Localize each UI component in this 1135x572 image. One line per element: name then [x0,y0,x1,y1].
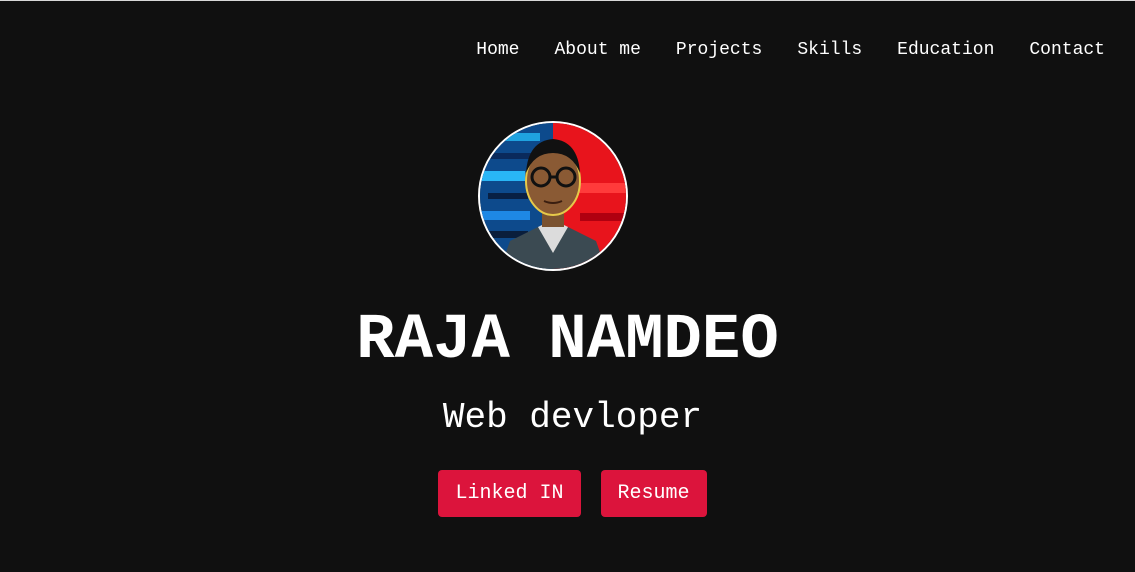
nav-item-about-me[interactable]: About me [555,38,641,62]
hero-role: Web devloper [442,397,703,438]
profile-avatar [478,121,628,271]
linkedin-button[interactable]: Linked IN [438,470,581,517]
top-border [0,0,1135,1]
nav-item-education[interactable]: Education [897,38,994,62]
hero-name: RAJA NAMDEO [356,305,779,377]
hero-button-row: Linked IN Resume [0,470,1135,517]
nav-item-home[interactable]: Home [476,38,519,62]
nav-item-projects[interactable]: Projects [676,38,762,62]
top-navigation: Home About me Projects Skills Education … [476,38,1105,62]
nav-item-contact[interactable]: Contact [1029,38,1105,62]
nav-item-skills[interactable]: Skills [797,38,862,62]
resume-button[interactable]: Resume [600,470,707,517]
avatar-portrait-image [480,123,626,269]
